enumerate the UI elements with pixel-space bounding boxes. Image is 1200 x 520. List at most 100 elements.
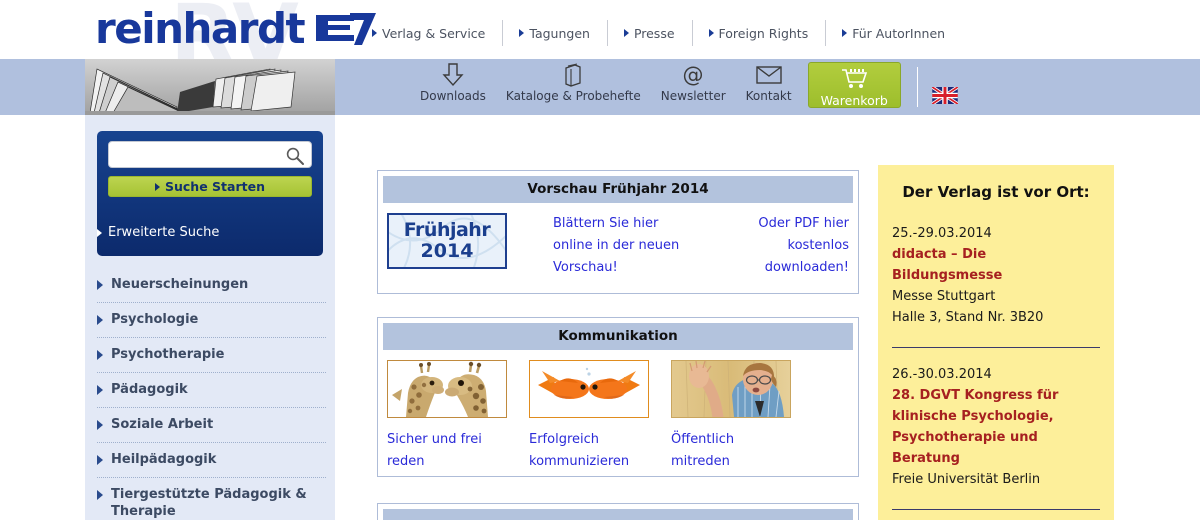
vorschau-online-link[interactable]: Blättern Sie hier online in der neuen Vo…	[553, 213, 701, 279]
komm-cell-1: Erfolgreich kommunizieren	[529, 360, 649, 473]
topnav-label: Für AutorInnen	[852, 25, 946, 41]
utility-label: Downloads	[420, 89, 486, 103]
panel-kommunikation: Kommunikation Sicher und frei reden Erfo…	[377, 317, 859, 477]
magnifier-icon[interactable]	[285, 146, 305, 170]
topnav-label: Verlag & Service	[382, 25, 486, 41]
woman-raising-hand-photo[interactable]	[671, 360, 791, 418]
sidebar-item-label: Pädagogik	[111, 382, 188, 397]
topnav-label: Tagungen	[529, 25, 590, 41]
chevron-right-icon	[372, 29, 377, 37]
chevron-right-icon	[708, 29, 714, 37]
chevron-right-icon	[519, 29, 525, 37]
two-giraffes-photo[interactable]	[387, 360, 507, 418]
topnav-item-4[interactable]: Für AutorInnen	[842, 20, 962, 46]
utility-newsletter[interactable]: @ Newsletter	[651, 59, 736, 111]
sidebar-item-heilpaedagogik[interactable]: Heilpädagogik	[97, 443, 326, 478]
utility-kataloge[interactable]: Kataloge & Probehefte	[496, 59, 651, 111]
envelope-icon	[755, 62, 782, 88]
chevron-right-icon	[97, 420, 103, 430]
utility-label: Newsletter	[660, 89, 726, 103]
svg-text:@: @	[683, 63, 704, 87]
sidebar-item-label: Heilpädagogik	[111, 452, 217, 467]
advanced-search-link[interactable]: Erweiterte Suche	[97, 225, 219, 240]
topnav-item-0[interactable]: Verlag & Service	[372, 20, 504, 46]
event-date: 25.-29.03.2014	[892, 226, 992, 241]
vertical-divider	[916, 67, 918, 107]
advanced-search-label: Erweiterte Suche	[108, 225, 220, 240]
chevron-right-icon	[97, 490, 103, 500]
panel-kommunikation-body: Sicher und frei reden Erfolgreich kommun…	[383, 350, 853, 473]
utility-label: Kontakt	[745, 89, 792, 103]
search-field-wrap[interactable]	[108, 141, 312, 168]
utility-kontakt[interactable]: Kontakt	[736, 59, 802, 111]
sidebar-item-label: Psychotherapie	[111, 347, 225, 362]
chevron-right-icon	[97, 280, 103, 290]
shopping-cart-icon	[840, 67, 868, 93]
at-sign-icon: @	[681, 62, 705, 88]
main-content: Vorschau Frühjahr 2014 Frühjahr 2014 Blä…	[335, 115, 878, 520]
topnav-item-2[interactable]: Presse	[623, 20, 693, 46]
event-venue: Freie Universität Berlin	[892, 472, 1041, 487]
panel-kommunikation-title: Kommunikation	[383, 323, 853, 350]
logo-wordmark: reinhardt	[95, 4, 306, 53]
sidebar-item-psychotherapie[interactable]: Psychotherapie	[97, 338, 326, 373]
sidebar-item-neuerscheinungen[interactable]: Neuerscheinungen	[97, 268, 326, 303]
komm-label-1[interactable]: Erfolgreich kommunizieren	[529, 429, 649, 473]
sidebar-item-tiergestuetzte[interactable]: Tiergestützte Pädagogik & Therapie	[97, 478, 326, 520]
panel-next-title	[383, 509, 853, 520]
utility-downloads[interactable]: Downloads	[410, 59, 496, 111]
topnav-label: Presse	[633, 25, 675, 41]
cover-line-1: Frühjahr	[403, 219, 491, 241]
sidebar-item-label: Tiergestützte Pädagogik & Therapie	[111, 487, 307, 519]
primary-navigation: Verlag & Service Tagungen Presse Foreign…	[372, 20, 978, 46]
right-sidebar: Der Verlag ist vor Ort: 25.-29.03.2014 d…	[878, 165, 1114, 520]
sidebar-item-psychologie[interactable]: Psychologie	[97, 303, 326, 338]
chevron-right-icon	[97, 350, 103, 360]
komm-label-0[interactable]: Sicher und frei reden	[387, 429, 507, 473]
panel-next-partial	[377, 503, 859, 520]
utility-bar: Downloads Kataloge & Probehefte @ Newsle…	[0, 59, 1200, 115]
uk-flag-icon[interactable]	[931, 85, 959, 106]
komm-label-2[interactable]: Öffentlich mitreden	[671, 429, 791, 473]
right-sidebar-title: Der Verlag ist vor Ort:	[902, 183, 1090, 201]
section-divider	[892, 347, 1100, 348]
site-header: RV reinhardt Verlag & Service Tagungen P…	[0, 0, 1200, 86]
event-date: 26.-30.03.2014	[892, 367, 992, 382]
vorschau-pdf-link[interactable]: Oder PDF hier kostenlos downloaden!	[747, 213, 849, 279]
search-input[interactable]	[115, 145, 283, 165]
section-divider	[892, 509, 1100, 510]
chevron-right-icon	[97, 315, 103, 325]
utility-label: Kataloge & Probehefte	[505, 89, 641, 103]
sidebar-item-label: Soziale Arbeit	[111, 417, 214, 432]
start-search-button[interactable]: Suche Starten	[108, 176, 312, 197]
cart-label: Warenkorb	[820, 93, 888, 108]
event-item-1[interactable]: 26.-30.03.2014 28. DGVT Kongress für kli…	[892, 364, 1100, 490]
download-arrow-icon	[442, 62, 464, 88]
event-item-0[interactable]: 25.-29.03.2014 didacta – Die Bildungsmes…	[892, 223, 1100, 328]
page-root: RV reinhardt Verlag & Service Tagungen P…	[0, 0, 1200, 520]
komm-cell-0: Sicher und frei reden	[387, 360, 507, 473]
utility-items: Downloads Kataloge & Probehefte @ Newsle…	[410, 59, 959, 115]
event-name[interactable]: 28. DGVT Kongress für klinische Psycholo…	[892, 385, 1100, 469]
search-panel-inner: Suche Starten	[97, 131, 323, 216]
chevron-right-icon	[842, 29, 848, 37]
event-name[interactable]: didacta – Die Bildungsmesse	[892, 244, 1100, 286]
start-search-label: Suche Starten	[165, 179, 265, 194]
category-navigation: Neuerscheinungen Psychologie Psychothera…	[97, 268, 326, 520]
open-book-banner-image	[85, 59, 335, 115]
panel-vorschau-title: Vorschau Frühjahr 2014	[383, 176, 853, 203]
sidebar-item-soziale-arbeit[interactable]: Soziale Arbeit	[97, 408, 326, 443]
site-logo[interactable]: reinhardt	[95, 8, 378, 50]
cart-button[interactable]: Warenkorb	[807, 62, 901, 108]
topnav-item-1[interactable]: Tagungen	[519, 20, 608, 46]
two-goldfish-photo[interactable]	[529, 360, 649, 418]
sidebar-item-paedagogik[interactable]: Pädagogik	[97, 373, 326, 408]
left-sidebar: Suche Starten Erweiterte Suche Neuersche…	[85, 115, 335, 520]
cover-line-2: 2014	[420, 240, 474, 262]
panel-vorschau-body: Frühjahr 2014 Blättern Sie hier online i…	[383, 203, 853, 279]
vorschau-cover-thumbnail[interactable]: Frühjahr 2014	[387, 213, 507, 269]
chevron-right-icon	[623, 29, 629, 37]
chevron-right-icon	[97, 228, 102, 237]
topnav-item-3[interactable]: Foreign Rights	[708, 20, 827, 46]
komm-cell-2: Öffentlich mitreden	[671, 360, 791, 473]
